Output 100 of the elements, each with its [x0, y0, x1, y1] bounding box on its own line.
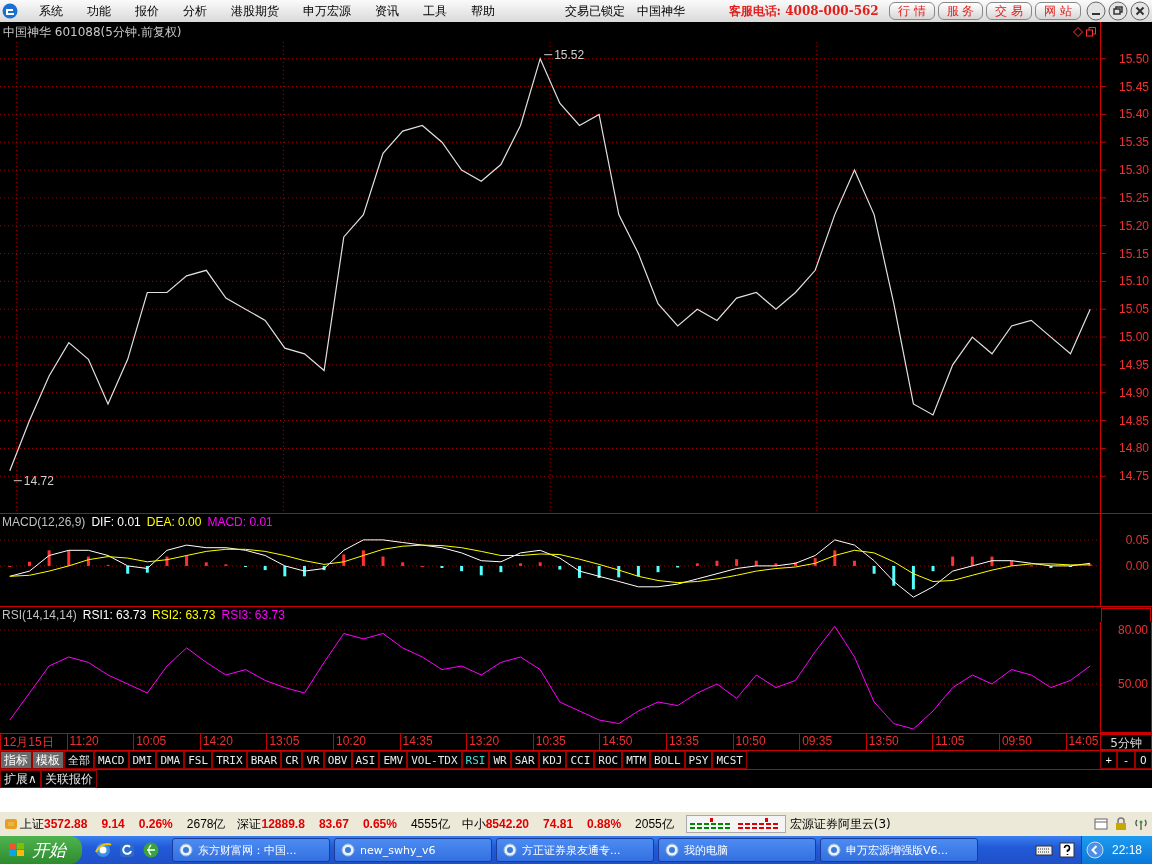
panel-tab[interactable]: 扩展∧ — [0, 770, 41, 788]
taskbar-button[interactable]: 东方财富网：中国... — [172, 838, 330, 862]
axis-label: 15.50 — [1118, 51, 1149, 66]
stock-name: 中国神华 — [636, 2, 685, 20]
time-label: 14:50 — [599, 734, 666, 750]
nav-button[interactable]: 交 易 — [986, 2, 1033, 20]
axis-label: 14.75 — [1118, 469, 1149, 484]
time-label: 14:05 — [1065, 734, 1100, 750]
index-name: 深证 — [237, 815, 262, 833]
axis-label: 15.25 — [1118, 190, 1149, 205]
keyboard-icon[interactable] — [1034, 843, 1053, 857]
period-label: 5分钟 — [1100, 734, 1152, 750]
indicator-tab[interactable]: ASI — [351, 751, 380, 769]
time-label: 10:20 — [332, 734, 400, 750]
index-amount: 2055亿 — [635, 815, 674, 833]
chevron-left-icon[interactable] — [1085, 841, 1104, 859]
clock: 22:18 — [1111, 843, 1142, 857]
indicator-readout: MACD: 0.01 — [207, 514, 273, 529]
index-value: 3572.88 — [44, 817, 88, 831]
restore-icon[interactable] — [1108, 1, 1128, 21]
taskbar-button[interactable]: new_swhy_v6 — [334, 838, 492, 862]
menu-item[interactable]: 港股期货 — [218, 2, 290, 20]
indicator-tab[interactable]: WR — [489, 751, 511, 769]
indicator-tab[interactable]: RSI — [461, 751, 490, 769]
window-app-icon — [827, 843, 841, 857]
time-label: 13:05 — [266, 734, 333, 750]
menu-item[interactable]: 工具 — [410, 2, 458, 20]
minimize-icon[interactable] — [1086, 1, 1106, 21]
indicator-title: MACD(12,26,9) — [2, 514, 86, 529]
time-label: 14:20 — [199, 734, 267, 750]
close-icon[interactable] — [1130, 1, 1150, 21]
axis-label: 15.35 — [1118, 135, 1149, 150]
indicator-tab[interactable]: OBV — [323, 751, 352, 769]
indicator-tab[interactable]: TRIX — [212, 751, 247, 769]
indicator-tab[interactable]: BRAR — [246, 751, 282, 769]
taskbar-button[interactable]: 我的电脑 — [658, 838, 816, 862]
start-button[interactable]: 开始 — [0, 836, 82, 864]
refresh-icon[interactable] — [118, 841, 136, 859]
indicator-readout: RSI3: 63.73 — [221, 607, 285, 622]
indicator-tab[interactable]: 模板 — [32, 751, 64, 769]
menu-item[interactable]: 分析 — [170, 2, 218, 20]
time-label: 11:20 — [66, 734, 134, 750]
indicator-tab[interactable]: VR — [302, 751, 324, 769]
lock-icon[interactable] — [1114, 817, 1128, 831]
windows-flag-icon — [8, 842, 26, 858]
indicator-tab[interactable]: KDJ — [538, 751, 567, 769]
indicator-tab[interactable]: ROC — [594, 751, 623, 769]
axis-label: 15.05 — [1118, 302, 1149, 317]
taskbar-button[interactable]: 方正证券泉友通专... — [496, 838, 654, 862]
menu-item[interactable]: 申万宏源 — [290, 2, 362, 20]
window-icon[interactable] — [1094, 817, 1108, 831]
nav-button[interactable]: 服 务 — [937, 2, 984, 20]
indicator-tab[interactable]: VOL-TDX — [407, 751, 462, 769]
indicator-tab[interactable]: EMV — [379, 751, 408, 769]
indicator-tab[interactable]: MCST — [712, 751, 747, 769]
axis-label: 0.05 — [1125, 532, 1149, 547]
menu-item[interactable]: 帮助 — [458, 2, 506, 20]
indicator-tab[interactable]: CCI — [566, 751, 595, 769]
app-logo-icon — [2, 3, 18, 19]
browser-icon[interactable] — [94, 841, 112, 859]
indicator-tab[interactable]: CR — [281, 751, 303, 769]
hotline-text: 客服电话: 4008-000-562 — [728, 2, 879, 20]
indicator-tab[interactable]: SAR — [510, 751, 539, 769]
time-label: 13:50 — [865, 734, 933, 750]
time-label: 14:35 — [399, 734, 467, 750]
restore-icon[interactable] — [1086, 27, 1096, 37]
axis-label: 14.85 — [1118, 413, 1149, 428]
lock-status: 交易已锁定 — [564, 2, 625, 20]
indicator-tab[interactable]: MTM — [622, 751, 651, 769]
indicator-tab[interactable]: DMI — [128, 751, 157, 769]
axis-label: 15.10 — [1118, 274, 1149, 289]
indicator-tab[interactable]: DMA — [156, 751, 185, 769]
menu-item[interactable]: 报价 — [122, 2, 170, 20]
axis-label: 15.40 — [1118, 107, 1149, 122]
menu-item[interactable]: 功能 — [74, 2, 122, 20]
axis-label: 15.45 — [1118, 79, 1149, 94]
indicator-tab[interactable]: FSL — [184, 751, 213, 769]
time-label: 09:50 — [998, 734, 1066, 750]
signal-icon[interactable] — [1134, 817, 1148, 831]
window-app-icon — [665, 843, 679, 857]
menu-item[interactable]: 资讯 — [362, 2, 410, 20]
zoom-button[interactable]: + — [1100, 751, 1118, 769]
indicator-readout: RSI2: 63.73 — [152, 607, 216, 622]
server-name: 宏源证券阿里云(3) — [789, 815, 891, 833]
zoom-button[interactable]: - — [1117, 751, 1135, 769]
window-app-icon — [503, 843, 517, 857]
help-icon[interactable] — [1058, 842, 1075, 858]
nav-button[interactable]: 网 站 — [1035, 2, 1081, 20]
axis-label: 15.15 — [1118, 246, 1149, 261]
taskbar-button[interactable]: 申万宏源增强版V6... — [820, 838, 978, 862]
indicator-tab[interactable]: BOLL — [650, 751, 685, 769]
annotation: 15.52 — [554, 47, 585, 62]
nav-button[interactable]: 行 情 — [888, 2, 935, 20]
indicator-tab[interactable]: PSY — [684, 751, 713, 769]
panel-tab[interactable]: 关联报价 — [40, 770, 97, 788]
indicator-tab[interactable]: 指标 — [0, 751, 32, 769]
axis-label: 50.00 — [1117, 677, 1148, 691]
menu-item[interactable]: 系统 — [26, 2, 74, 20]
indicator-tab[interactable]: 全部 — [64, 751, 94, 769]
indicator-tab[interactable]: MACD — [94, 751, 129, 769]
